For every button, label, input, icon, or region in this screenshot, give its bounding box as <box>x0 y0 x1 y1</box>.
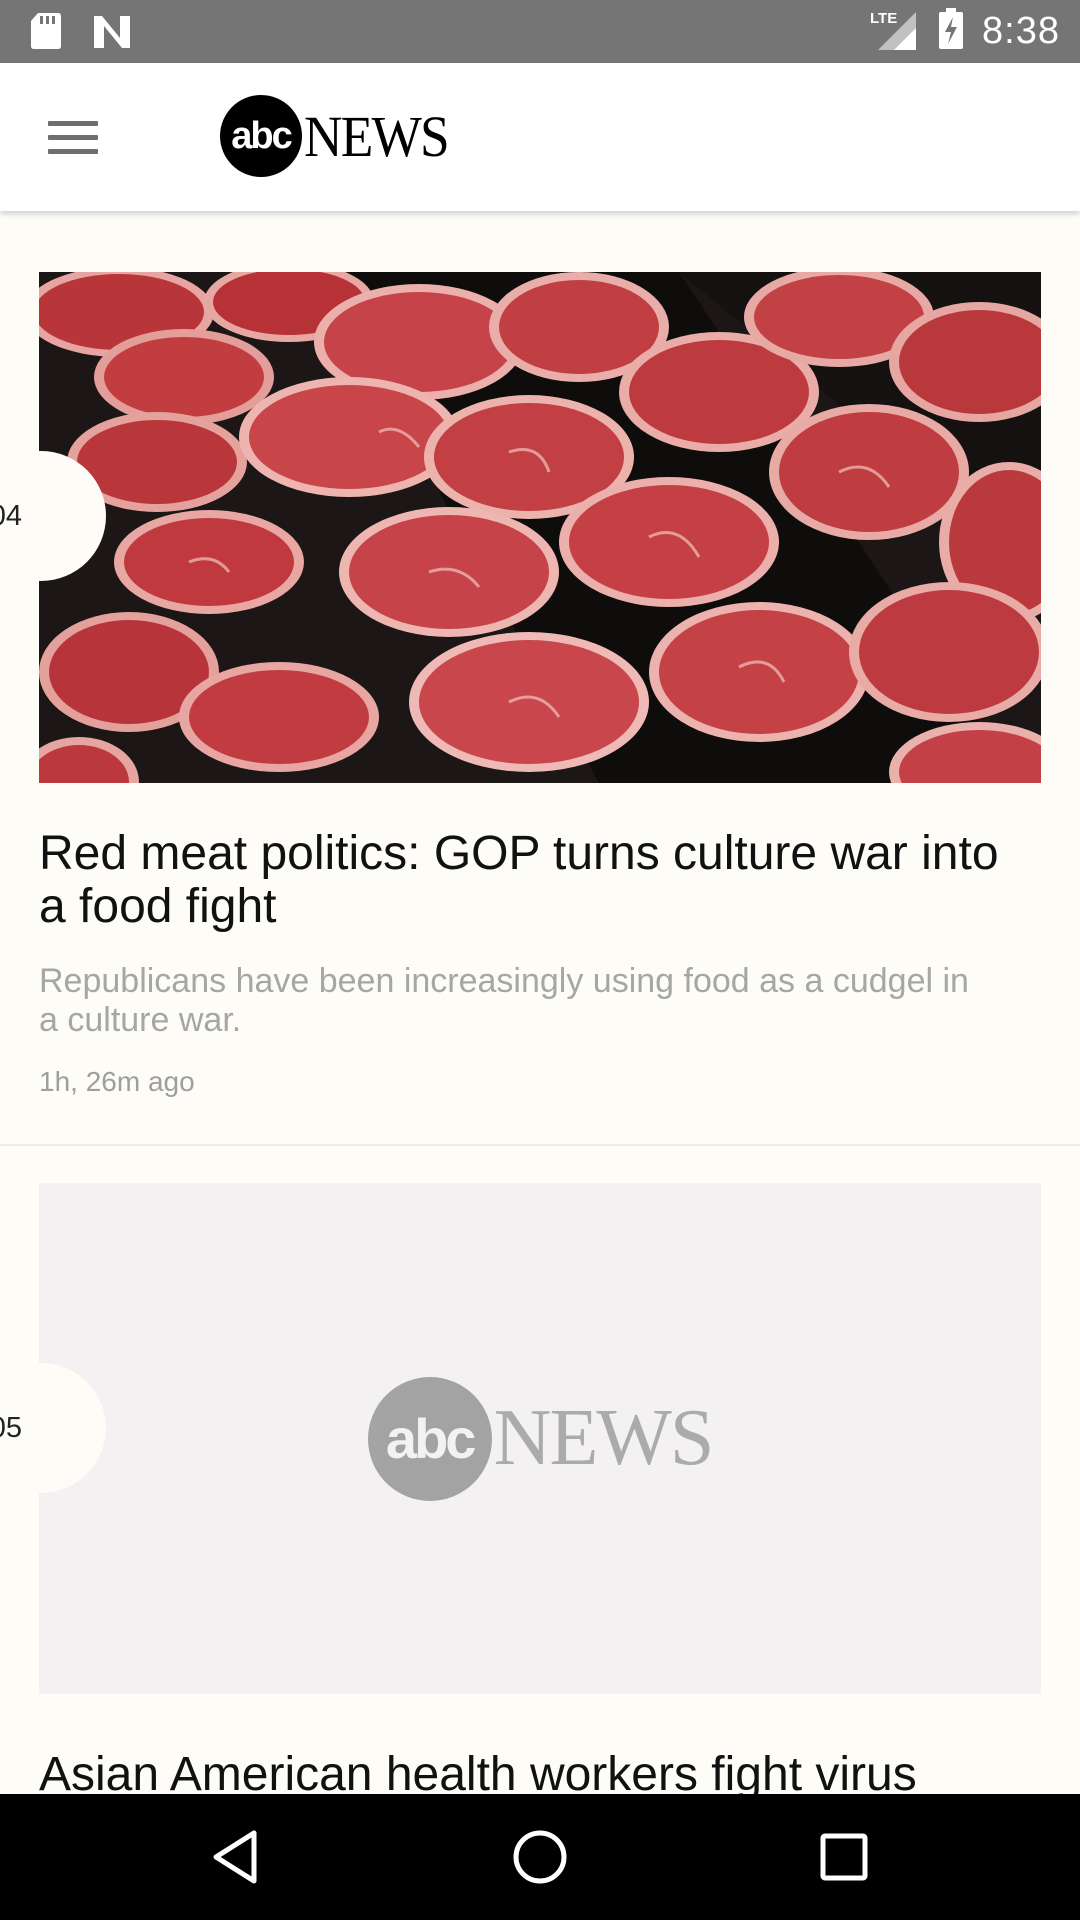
status-bar: LTE 8:38 <box>0 0 1080 63</box>
hamburger-icon <box>48 120 98 126</box>
menu-button[interactable] <box>36 105 108 169</box>
home-button[interactable] <box>510 1827 570 1887</box>
navigation-bar <box>0 1794 1080 1920</box>
svg-text:LTE: LTE <box>870 10 897 27</box>
article-image[interactable]: abc NEWS <box>39 1183 1041 1694</box>
article-card[interactable]: 04 Red meat politics: GOP turns culture … <box>0 211 1080 1146</box>
abc-news-logo[interactable]: abc NEWS <box>220 95 460 177</box>
recents-button[interactable] <box>814 1827 874 1887</box>
clock: 8:38 <box>982 10 1060 52</box>
abc-news-placeholder: abc NEWS <box>367 1376 715 1501</box>
article-image[interactable] <box>39 272 1041 783</box>
back-triangle-icon <box>213 1830 257 1884</box>
article-timestamp: 1h, 26m ago <box>39 1066 195 1097</box>
back-button[interactable] <box>206 1827 266 1887</box>
logo-circle: abc <box>220 95 302 177</box>
app-bar: abc NEWS <box>0 63 1080 211</box>
placeholder-logo-word: NEWS <box>493 1394 715 1482</box>
article-headline[interactable]: Red meat politics: GOP turns culture war… <box>39 827 1029 933</box>
battery-charging-icon <box>938 8 964 55</box>
home-circle-icon <box>513 1830 567 1884</box>
n-notification-icon <box>92 12 132 55</box>
sd-card-icon <box>30 12 62 55</box>
article-headline[interactable]: Asian American health workers fight viru… <box>39 1748 1029 1794</box>
news-feed[interactable]: 04 Red meat politics: GOP turns culture … <box>0 211 1080 1794</box>
raw-steaks-photo <box>39 272 1041 783</box>
article-summary: Republicans have been increasingly using… <box>39 962 969 1039</box>
logo-word: NEWS <box>304 103 450 169</box>
recents-square-icon <box>820 1833 868 1881</box>
article-card[interactable]: abc NEWS 05 Asian American health worker… <box>0 1146 1080 1794</box>
placeholder-logo-circle: abc <box>367 1376 492 1501</box>
lte-signal-icon: LTE <box>870 6 920 57</box>
